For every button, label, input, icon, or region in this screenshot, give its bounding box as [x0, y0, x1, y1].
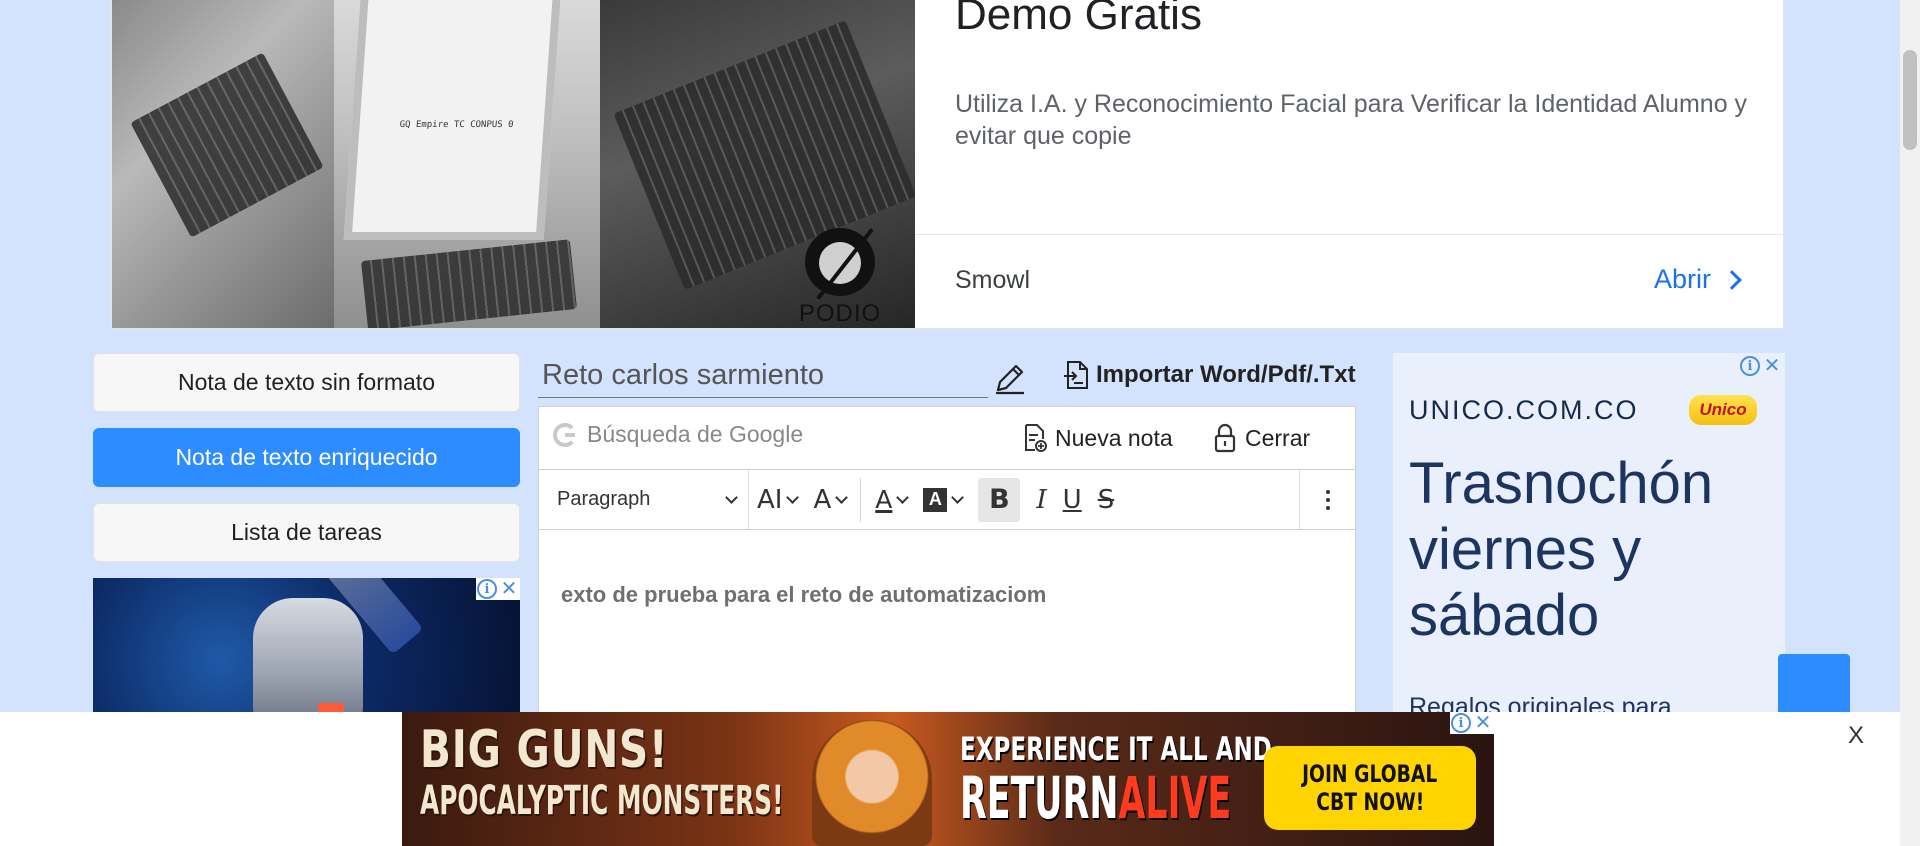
new-note-icon: [1025, 424, 1047, 452]
bold-button[interactable]: B: [970, 470, 1028, 529]
ad-divider: [915, 234, 1783, 235]
editor-content[interactable]: exto de prueba para el reto de automatiz…: [561, 582, 1046, 608]
note-title-row: Reto carlos sarmiento Importar Word/Pdf/…: [538, 356, 1358, 400]
block-format-value: Paragraph: [557, 488, 651, 510]
join-cta-line-2: CBT NOW!: [1315, 788, 1425, 816]
text-size-icon: A: [813, 484, 832, 515]
podio-mark-icon: [805, 228, 875, 300]
italic-icon: I: [1036, 484, 1047, 515]
format-toolbar: Paragraph AI A A A B I U S: [538, 470, 1356, 530]
ad-content: Demo Gratis Utiliza I.A. y Reconocimient…: [915, 0, 1783, 328]
pencil-icon[interactable]: [992, 360, 1028, 396]
ad-description: Utiliza I.A. y Reconocimiento Facial par…: [955, 90, 1748, 150]
toolbar-divider: [860, 477, 862, 522]
rich-text-note-button[interactable]: Nota de texto enriquecido: [93, 428, 520, 487]
font-size-button[interactable]: AI: [749, 470, 805, 529]
character-illustration: [812, 720, 932, 846]
ad-advertiser: Smowl: [955, 266, 1031, 294]
ad-close-icon[interactable]: ✕: [1473, 713, 1493, 733]
ad-image: GQ Empire TC CONPUS 0 PODIO: [112, 0, 915, 328]
ad-photo-typing: PODIO: [600, 0, 915, 328]
google-search-field[interactable]: Búsqueda de Google: [553, 421, 803, 448]
ad-headline[interactable]: Trasnochón viernes y sábado: [1409, 451, 1769, 649]
scrollbar-thumb[interactable]: [1903, 50, 1917, 150]
keyboard-graphic: [130, 52, 324, 238]
ad-choices[interactable]: i ✕: [1739, 355, 1783, 377]
underline-button[interactable]: U: [1055, 470, 1090, 529]
note-title-input[interactable]: Reto carlos sarmiento: [538, 356, 988, 398]
join-cta-line-1: JOIN GLOBAL: [1302, 760, 1438, 788]
italic-button[interactable]: I: [1028, 470, 1054, 529]
more-options-icon[interactable]: [1299, 470, 1355, 529]
underline-icon: U: [1062, 484, 1082, 515]
import-file-button[interactable]: Importar Word/Pdf/.Txt: [1062, 360, 1356, 390]
ad-info-icon[interactable]: i: [1740, 356, 1760, 376]
banner-alive-word: ALIVE: [1118, 764, 1232, 832]
ad-close-icon[interactable]: ✕: [1762, 356, 1782, 376]
banner-line-1: BIG GUNS!: [420, 720, 669, 780]
import-label: Importar Word/Pdf/.Txt: [1096, 361, 1356, 388]
new-note-label: Nueva nota: [1055, 424, 1173, 451]
laptop-screen-graphic: GQ Empire TC CONPUS 0: [343, 0, 561, 240]
note-top-toolbar: Búsqueda de Google Nueva nota Cerrar: [538, 406, 1356, 470]
google-search-placeholder: Búsqueda de Google: [587, 421, 804, 447]
font-color-icon: A: [875, 485, 893, 514]
ad-photo-laptop-screen: GQ Empire TC CONPUS 0: [334, 0, 600, 328]
scroll-to-top-button[interactable]: [1778, 654, 1850, 716]
ad-domain: UNICO.COM.CO: [1409, 395, 1639, 425]
google-icon: [553, 422, 577, 447]
chevron-down-icon: [835, 490, 849, 504]
bottom-sticky-ad: BIG GUNS! APOCALYPTIC MONSTERS! EXPERIEN…: [0, 712, 1900, 846]
top-display-ad[interactable]: GQ Empire TC CONPUS 0 PODIO Demo Gratis …: [111, 0, 1784, 329]
text-size-button[interactable]: A: [805, 470, 854, 529]
chevron-down-icon: [951, 490, 965, 504]
plain-text-note-button[interactable]: Nota de texto sin formato: [93, 353, 520, 412]
unico-logo: Unico: [1689, 395, 1757, 425]
screen-text: GQ Empire TC CONPUS 0: [399, 120, 514, 130]
task-list-button[interactable]: Lista de tareas: [93, 503, 520, 562]
podio-logo: PODIO: [795, 228, 885, 328]
close-note-button[interactable]: Cerrar: [1213, 423, 1310, 453]
font-color-button[interactable]: A: [867, 470, 915, 529]
block-format-select[interactable]: Paragraph: [539, 470, 749, 529]
page-scrollbar[interactable]: [1900, 0, 1920, 846]
rich-text-editor[interactable]: exto de prueba para el reto de automatiz…: [538, 530, 1356, 730]
font-size-icon: AI: [757, 484, 783, 515]
chevron-down-icon: [896, 490, 910, 504]
game-banner-ad[interactable]: BIG GUNS! APOCALYPTIC MONSTERS! EXPERIEN…: [402, 712, 1494, 846]
ad-info-icon[interactable]: i: [1451, 713, 1471, 733]
lock-icon: [1214, 423, 1236, 453]
keyboard-graphic: [360, 239, 578, 328]
ad-info-icon[interactable]: i: [477, 579, 497, 599]
ad-choices[interactable]: i ✕: [1450, 712, 1494, 734]
ad-open-button[interactable]: Abrir: [1653, 264, 1742, 295]
ad-headline[interactable]: Demo Gratis: [955, 0, 1202, 40]
chevron-down-icon: [725, 490, 738, 504]
bold-icon: B: [978, 477, 1021, 522]
banner-mid-line-2: RETURNALIVE: [960, 768, 1231, 828]
ad-photo-hands-laptop: [112, 0, 334, 328]
banner-mid-line-1: EXPERIENCE IT ALL AND: [960, 730, 1272, 768]
close-label: Cerrar: [1245, 424, 1311, 451]
strikethrough-button[interactable]: S: [1090, 470, 1123, 529]
background-color-icon: A: [923, 487, 948, 512]
new-note-button[interactable]: Nueva nota: [1023, 423, 1173, 453]
note-type-menu: Nota de texto sin formato Nota de texto …: [93, 353, 520, 578]
chevron-right-icon: [1722, 269, 1742, 290]
right-display-ad[interactable]: i ✕ UNICO.COM.CO Unico Trasnochón vierne…: [1393, 353, 1785, 733]
chevron-down-icon: [786, 490, 800, 504]
background-color-button[interactable]: A: [915, 470, 970, 529]
left-display-ad[interactable]: i ✕: [93, 578, 520, 714]
banner-line-2: APOCALYPTIC MONSTERS!: [420, 778, 784, 824]
banner-return-word: RETURN: [960, 764, 1119, 832]
robot-graphic: [253, 598, 363, 714]
ad-choices[interactable]: i ✕: [476, 578, 520, 600]
strikethrough-icon: S: [1097, 484, 1115, 515]
ad-open-label: Abrir: [1653, 264, 1711, 294]
ad-close-icon[interactable]: ✕: [499, 579, 519, 599]
join-cbt-button[interactable]: JOIN GLOBAL CBT NOW!: [1264, 746, 1476, 830]
banner-close-button[interactable]: X: [1848, 722, 1864, 750]
import-document-icon: [1064, 361, 1088, 389]
